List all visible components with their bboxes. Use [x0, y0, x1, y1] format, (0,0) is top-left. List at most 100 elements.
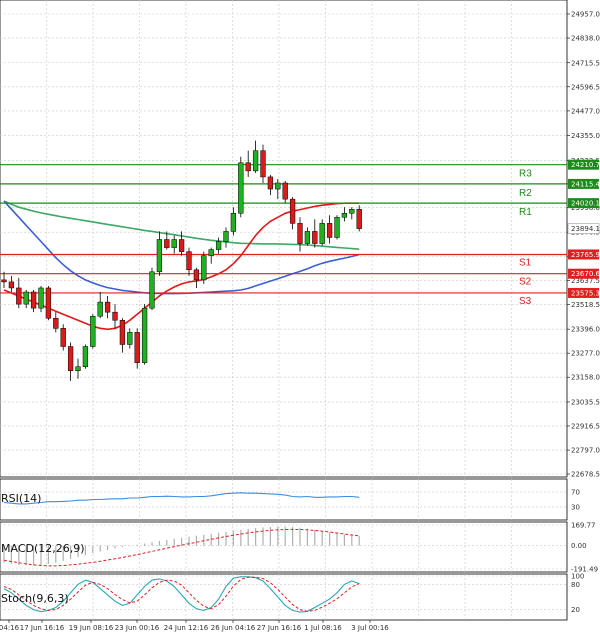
- macd-panel: 169.770.00-191.49 MACD(12,26,9): [0, 522, 598, 574]
- price-tick-label: 23035.5: [571, 398, 600, 406]
- price-tick-label: 23396.0: [571, 326, 600, 334]
- price-tick-label: 22678.5: [571, 471, 600, 479]
- candle-body-up: [341, 213, 348, 218]
- price-tick-label: 24596.5: [571, 83, 600, 91]
- candle-body-up: [208, 249, 214, 256]
- level-tag-value: 24210.7: [571, 161, 600, 169]
- price-tick-label: 24957.0: [571, 11, 600, 19]
- price-axis: 24957.0 24838.0 24715.5 24596.5 24477.0 24355…: [567, 11, 600, 479]
- rsi-plot-area: [0, 478, 568, 521]
- price-tick-label: 22797.0: [571, 447, 600, 455]
- rsi-title: RSI(14): [1, 492, 41, 505]
- forex-chart: R3 R2 R1 S1 S2 S3 24957.0 24838.0 24715.5 24596.…: [0, 0, 600, 632]
- candle-body-down: [297, 223, 303, 244]
- macd-tick-label: 169.77: [571, 522, 596, 530]
- level-tag-value: 24115.4: [571, 180, 600, 188]
- main-plot-area: [0, 0, 568, 478]
- level-tag-value: 23765.9: [571, 251, 600, 259]
- candle-body-down: [245, 162, 251, 172]
- candle-body-up: [171, 239, 177, 248]
- candle-body-down: [178, 239, 185, 252]
- time-tick-label: 17 Jun 16:16: [20, 624, 65, 632]
- level-tag-value: 23575.3: [571, 289, 600, 297]
- macd-axis: 169.770.00-191.49: [571, 522, 598, 574]
- time-tick-label: 26 Jun 04:16: [211, 624, 256, 632]
- price-tick-label: 23277.0: [571, 350, 600, 358]
- stoch-tick-label: 100: [571, 573, 584, 581]
- candle-body-up: [275, 182, 281, 190]
- time-tick-label: 27 Jun 16:16: [257, 624, 302, 632]
- candle-body-down: [45, 287, 52, 319]
- candle-body-up: [304, 231, 311, 244]
- candle-body-down: [60, 328, 66, 347]
- time-tick-label: 1 Jul 08:16: [304, 624, 342, 632]
- price-tick-label: 23518.5: [571, 301, 600, 309]
- rsi-tick-label: 70: [571, 489, 580, 497]
- level-label-r1: R1: [519, 207, 532, 218]
- level-label-r3: R3: [519, 169, 532, 180]
- candle-body-down: [16, 287, 22, 305]
- candle-body-up: [156, 239, 163, 273]
- candle-body-up: [238, 162, 244, 214]
- price-tick-label: 24838.0: [571, 35, 600, 43]
- level-label-s2: S2: [519, 277, 532, 288]
- time-tick-label: 04:16: [0, 624, 20, 632]
- candle-body-up: [215, 241, 222, 250]
- level-tags: 24210.7 24115.4 24020.1 23765.9 23670.6 23575…: [567, 159, 600, 298]
- candle-body-down: [312, 231, 318, 244]
- candle-body-down: [30, 291, 37, 309]
- candle-body-up: [23, 291, 29, 305]
- price-tick-label: 24355.0: [571, 132, 600, 140]
- candle-body-down: [104, 301, 111, 313]
- candle-body-up: [149, 271, 155, 309]
- level-tag-value: 24020.1: [571, 200, 600, 208]
- candle-body-down: [193, 269, 200, 281]
- candle-body-up: [75, 366, 81, 371]
- candle-body-down: [326, 223, 333, 238]
- last-price-value: 23894.1: [571, 225, 600, 233]
- candle-body-down: [67, 346, 74, 371]
- stoch-title: Stoch(9,6,3): [1, 592, 69, 605]
- macd-title: MACD(12,26,9): [1, 542, 85, 555]
- candle-body-down: [356, 208, 362, 229]
- main-panel: R3 R2 R1 S1 S2 S3 24957.0 24838.0 24715.5 24596.…: [0, 0, 600, 479]
- candle-body-up: [223, 231, 229, 242]
- candle-body-up: [127, 332, 133, 345]
- candle-body-down: [134, 332, 140, 363]
- rsi-axis: 70 30: [571, 489, 580, 512]
- stoch-axis: 10080 20: [571, 573, 584, 615]
- candle-body-down: [282, 182, 288, 200]
- level-label-r2: R2: [519, 188, 532, 199]
- candle-body-down: [53, 317, 59, 329]
- level-tag-value: 23670.6: [571, 270, 600, 278]
- time-tick-label: 24 Jun 12:16: [164, 624, 209, 632]
- stoch-tick-label: 80: [571, 581, 580, 589]
- candle-body-up: [334, 217, 340, 238]
- candle-body-down: [164, 239, 170, 248]
- macd-tick-label: 0.00: [571, 542, 587, 550]
- candle-body-down: [186, 251, 192, 271]
- candle-body-up: [319, 223, 325, 244]
- candle-body-down: [119, 320, 126, 345]
- time-tick-label: 23 Jun 00:16: [115, 624, 160, 632]
- stoch-panel: 10080 20 Stoch(9,6,3): [0, 573, 584, 621]
- rsi-panel: 70 30 RSI(14): [0, 478, 580, 521]
- time-tick-label: 19 Jun 08:16: [69, 624, 114, 632]
- candle-body-up: [201, 255, 207, 281]
- rsi-tick-label: 30: [571, 503, 580, 511]
- candle-body-up: [90, 315, 96, 347]
- price-tick-label: 22916.5: [571, 422, 600, 430]
- price-tick-label: 23158.0: [571, 374, 600, 382]
- time-tick-label: 3 Jul 00:16: [351, 624, 389, 632]
- level-label-s3: S3: [519, 296, 532, 307]
- price-tick-label: 24477.0: [571, 107, 600, 115]
- candle-body-down: [8, 281, 15, 289]
- level-label-s1: S1: [519, 257, 532, 268]
- candle-body-down: [112, 311, 118, 321]
- candle-body-down: [1, 279, 7, 283]
- candle-body-up: [38, 287, 44, 309]
- candle-body-down: [289, 198, 296, 224]
- candle-body-down: [260, 150, 266, 178]
- candle-body-up: [97, 301, 103, 317]
- candle-body-up: [141, 307, 148, 363]
